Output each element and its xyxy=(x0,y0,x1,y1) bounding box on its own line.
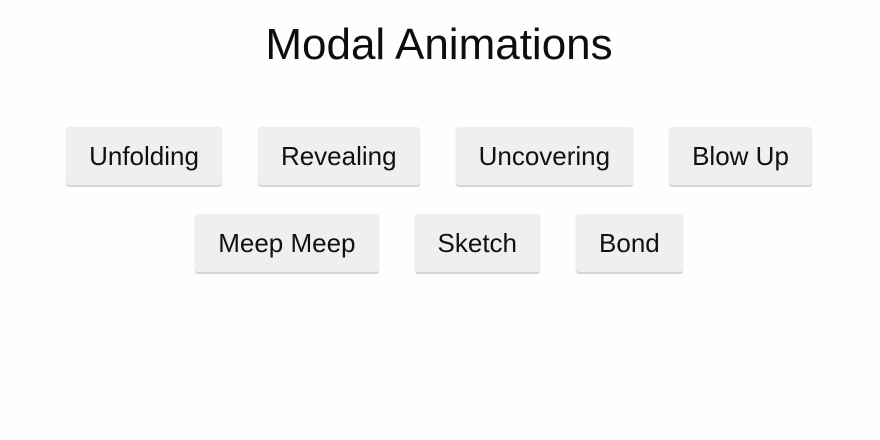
button-row-1: Unfolding Revealing Uncovering Blow Up xyxy=(0,127,878,185)
bond-button[interactable]: Bond xyxy=(576,214,683,272)
blow-up-button[interactable]: Blow Up xyxy=(669,127,812,185)
page: Modal Animations Unfolding Revealing Unc… xyxy=(0,0,880,440)
meep-meep-button[interactable]: Meep Meep xyxy=(195,214,379,272)
revealing-button[interactable]: Revealing xyxy=(257,127,420,185)
uncovering-button[interactable]: Uncovering xyxy=(455,127,634,185)
page-title: Modal Animations xyxy=(265,20,613,69)
sketch-button[interactable]: Sketch xyxy=(414,214,541,272)
unfolding-button[interactable]: Unfolding xyxy=(66,127,222,185)
button-row-2: Meep Meep Sketch Bond xyxy=(0,214,878,272)
